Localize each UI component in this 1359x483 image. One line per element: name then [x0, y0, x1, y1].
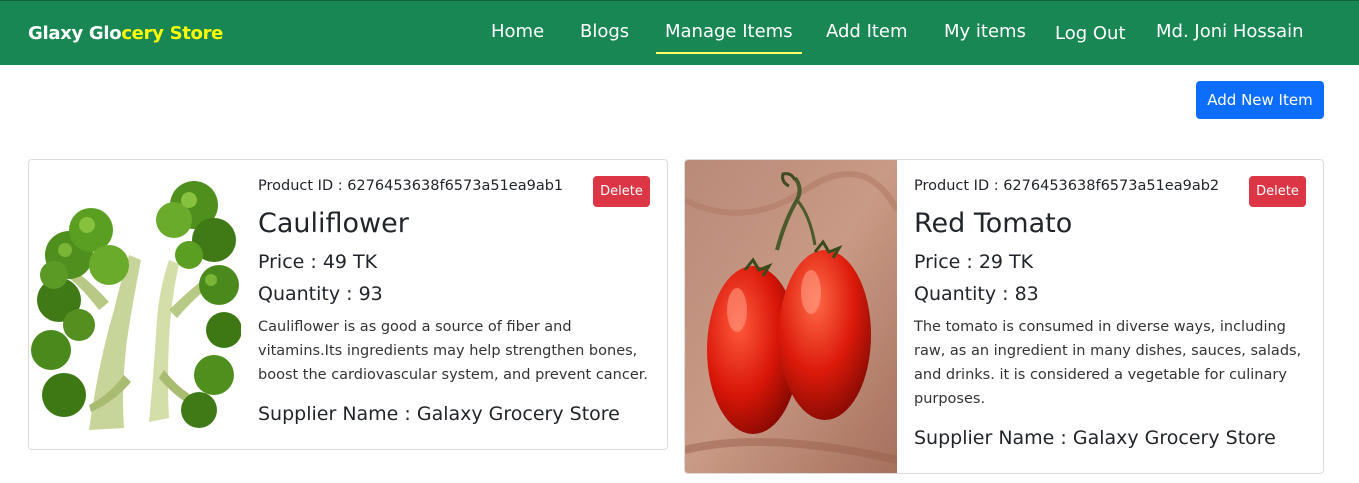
product-quantity: Quantity : 93: [258, 283, 383, 305]
product-supplier: Supplier Name : Galaxy Grocery Store: [258, 403, 620, 425]
nav-manage-items[interactable]: Manage Items: [656, 21, 802, 54]
item-card: Product ID : 6276453638f6573a51ea9ab1 De…: [28, 159, 668, 450]
nav-blogs[interactable]: Blogs: [580, 21, 629, 42]
nav-log-out[interactable]: Log Out: [1055, 23, 1126, 44]
product-price: Price : 29 TK: [914, 251, 1034, 273]
nav-home[interactable]: Home: [491, 21, 544, 42]
brand-logo[interactable]: Glaxy Glocery Store: [28, 23, 223, 44]
nav-user-name[interactable]: Md. Joni Hossain: [1156, 21, 1304, 42]
product-description: The tomato is consumed in diverse ways, …: [914, 319, 1302, 407]
product-supplier: Supplier Name : Galaxy Grocery Store: [914, 427, 1276, 449]
product-quantity: Quantity : 83: [914, 283, 1039, 305]
top-navbar: Glaxy Glocery Store Home Blogs Manage It…: [0, 0, 1359, 65]
product-id: Product ID : 6276453638f6573a51ea9ab2: [914, 178, 1220, 194]
broccoli-illustration: [29, 160, 241, 449]
brand-text-part1: Glaxy Glo: [28, 23, 122, 44]
product-description: Cauliflower is as good a source of fiber…: [258, 319, 648, 383]
item-card: Product ID : 6276453638f6573a51ea9ab2 De…: [684, 159, 1324, 474]
add-new-item-button[interactable]: Add New Item: [1196, 81, 1324, 119]
item-image-broccoli: [29, 160, 241, 449]
delete-button[interactable]: Delete: [1249, 176, 1306, 207]
product-price: Price : 49 TK: [258, 251, 378, 273]
product-name: Red Tomato: [914, 208, 1073, 239]
item-image-tomato: [685, 160, 897, 473]
nav-add-item[interactable]: Add Item: [826, 21, 908, 42]
product-id: Product ID : 6276453638f6573a51ea9ab1: [258, 178, 564, 194]
product-name: Cauliflower: [258, 208, 409, 239]
nav-my-items[interactable]: My items: [944, 21, 1026, 42]
delete-button[interactable]: Delete: [593, 176, 650, 207]
brand-text-part2: cery Store: [121, 23, 224, 44]
tomato-illustration: [685, 160, 897, 473]
